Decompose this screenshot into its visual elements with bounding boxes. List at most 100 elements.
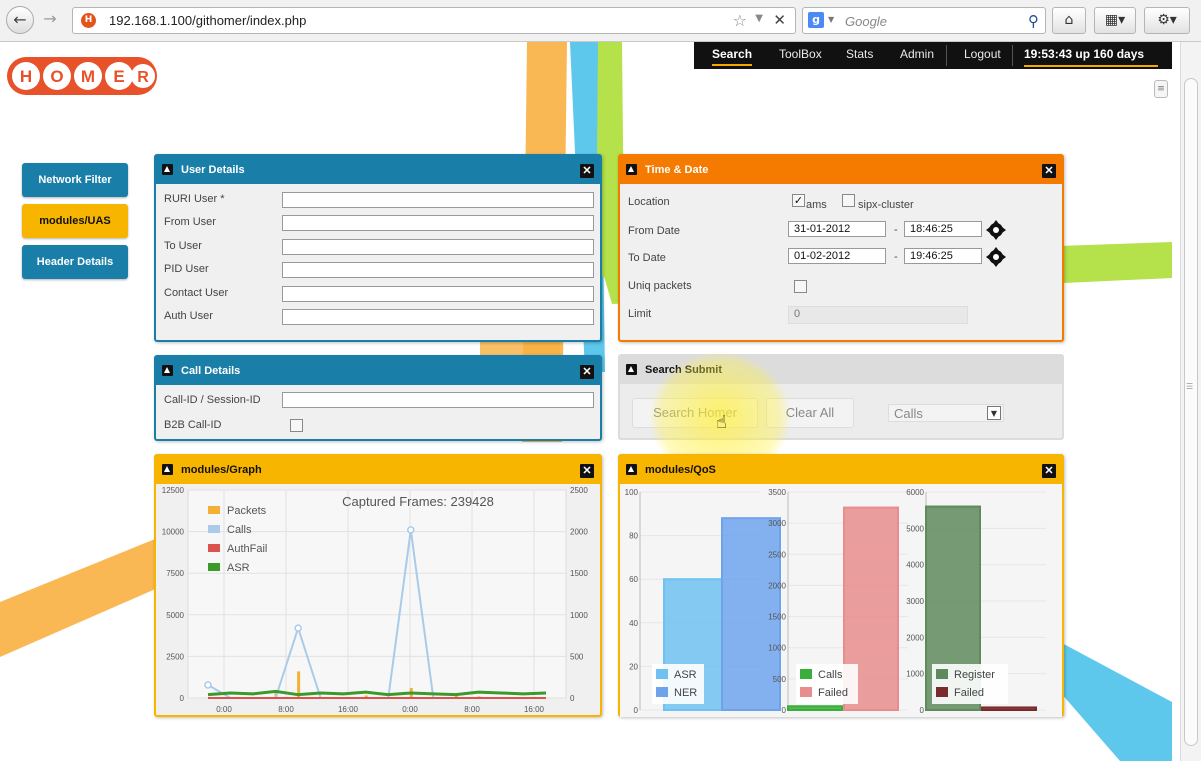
collapse-icon[interactable]: [626, 164, 637, 175]
auth-user-label: Auth User: [164, 310, 213, 322]
url-dropdown-icon[interactable]: ▼: [755, 13, 763, 24]
collapse-icon[interactable]: [162, 365, 173, 376]
y-tick-label: 5000: [906, 524, 924, 533]
to-user-input[interactable]: [282, 239, 594, 255]
y-tick-label: 0: [180, 694, 185, 703]
nav-toolbox[interactable]: ToolBox: [779, 47, 822, 61]
legend-swatch: [936, 687, 948, 697]
y-tick-label: 3500: [768, 488, 786, 497]
page-menu-icon[interactable]: ≡: [1154, 80, 1168, 98]
sidebar-item-header-details[interactable]: Header Details: [22, 245, 128, 279]
from-dash: -: [894, 224, 898, 236]
collapse-icon[interactable]: [162, 164, 173, 175]
bookmark-star-icon[interactable]: ☆: [733, 11, 747, 30]
panel-title: modules/QoS: [645, 464, 716, 476]
to-date-input[interactable]: 01-02-2012: [788, 248, 886, 264]
calls-point: [204, 681, 212, 689]
nav-admin[interactable]: Admin: [900, 47, 934, 61]
qos-bar-calls: [787, 705, 843, 712]
chevron-down-icon[interactable]: ▼: [987, 406, 1001, 420]
limit-input[interactable]: 0: [788, 306, 968, 324]
page-scrollbar[interactable]: ☰: [1180, 42, 1201, 761]
nav-search[interactable]: Search: [712, 47, 753, 66]
pid-user-label: PID User: [164, 263, 209, 275]
collapse-icon[interactable]: [626, 364, 637, 375]
to-time-input[interactable]: 19:46:25: [904, 248, 982, 264]
search-icon[interactable]: ⚲: [1028, 12, 1039, 30]
search-homer-button[interactable]: Search Homer: [632, 398, 758, 428]
from-user-input[interactable]: [282, 215, 594, 231]
close-icon[interactable]: ✕: [1042, 164, 1056, 178]
b2b-call-id-checkbox[interactable]: [290, 419, 303, 432]
close-icon[interactable]: ✕: [580, 365, 594, 379]
legend-label: AuthFail: [227, 543, 267, 555]
close-icon[interactable]: ✕: [580, 464, 594, 478]
user-details-panel: User Details ✕ RURI User * From User To …: [154, 154, 602, 342]
y-tick-label: 6000: [906, 488, 924, 497]
engine-dropdown-icon[interactable]: ▼: [828, 15, 834, 24]
addons-button[interactable]: ⚙▾: [1144, 7, 1190, 34]
sidebar-item-modules-uas[interactable]: modules/UAS: [22, 204, 128, 238]
home-icon: ⌂: [1064, 12, 1074, 28]
y2-tick-label: 1000: [570, 611, 588, 620]
y2-tick-label: 2000: [570, 528, 588, 537]
search-placeholder[interactable]: Google: [845, 14, 887, 29]
y-tick-label: 20: [629, 662, 638, 671]
scrollbar-thumb[interactable]: [1184, 78, 1198, 746]
y-tick-label: 1000: [906, 670, 924, 679]
stop-icon[interactable]: ✕: [773, 11, 786, 29]
address-bar[interactable]: H 192.168.1.100/githomer/index.php ☆ ▼ ✕: [72, 7, 796, 34]
y-tick-label: 1500: [768, 613, 786, 622]
bookmarks-button[interactable]: ▦▾: [1094, 7, 1136, 34]
legend-swatch: [800, 669, 812, 679]
from-date-input[interactable]: 31-01-2012: [788, 221, 886, 237]
site-favicon-icon: H: [81, 13, 96, 28]
pid-user-input[interactable]: [282, 262, 594, 278]
call-id-label: Call-ID / Session-ID: [164, 394, 261, 406]
from-time-input[interactable]: 18:46:25: [904, 221, 982, 237]
clear-all-button[interactable]: Clear All: [766, 398, 854, 428]
legend-swatch: [208, 525, 220, 533]
qos-panel: modules/QoS ✕ 100 80 60 40 20 0 ASR NER 3500 3000…: [618, 454, 1064, 717]
nav-logout[interactable]: Logout: [964, 47, 1001, 61]
home-button[interactable]: ⌂: [1052, 7, 1086, 34]
ruri-user-input[interactable]: [282, 192, 594, 208]
from-time-picker-icon[interactable]: [986, 220, 1006, 240]
logo-letter: H: [20, 67, 32, 86]
call-id-input[interactable]: [282, 392, 594, 408]
forward-button[interactable]: →: [36, 6, 64, 34]
to-time-picker-icon[interactable]: [986, 247, 1006, 267]
nav-stats[interactable]: Stats: [846, 47, 873, 61]
search-type-select[interactable]: Calls ▼: [888, 404, 1004, 422]
uniq-packets-checkbox[interactable]: [794, 280, 807, 293]
y-tick-label: 80: [629, 532, 638, 541]
homer-logo[interactable]: H O M E R: [4, 53, 160, 99]
collapse-icon[interactable]: [162, 464, 173, 475]
close-icon[interactable]: ✕: [1042, 464, 1056, 478]
browser-search-box[interactable]: g ▼ Google ⚲: [802, 7, 1046, 34]
y-tick-label: 10000: [162, 528, 185, 537]
legend-swatch: [800, 687, 812, 697]
google-engine-icon[interactable]: g: [808, 12, 824, 28]
x-tick-label: 16:00: [524, 705, 545, 714]
collapse-icon[interactable]: [626, 464, 637, 475]
contact-user-input[interactable]: [282, 286, 594, 302]
y-tick-label: 40: [629, 619, 638, 628]
legend-label: ASR: [674, 669, 697, 681]
url-text[interactable]: 192.168.1.100/githomer/index.php: [109, 13, 306, 28]
sidebar-item-network-filter[interactable]: Network Filter: [22, 163, 128, 197]
auth-user-input[interactable]: [282, 309, 594, 325]
close-icon[interactable]: ✕: [580, 164, 594, 178]
b2b-call-id-label: B2B Call-ID: [164, 419, 222, 431]
legend-swatch: [208, 506, 220, 514]
y2-tick-label: 500: [570, 652, 584, 661]
search-submit-panel: Search Submit Search Homer Clear All Cal…: [618, 354, 1064, 440]
back-button[interactable]: ←: [6, 6, 34, 34]
y-tick-label: 0: [782, 706, 787, 715]
location-sipx-checkbox[interactable]: [842, 194, 855, 207]
calls-point: [294, 624, 302, 632]
panel-header: Time & Date ✕: [620, 156, 1062, 184]
location-ams-checkbox[interactable]: ✓: [792, 194, 805, 207]
legend-label: NER: [674, 687, 697, 699]
time-date-panel: Time & Date ✕ Location ✓ ams sipx-cluste…: [618, 154, 1064, 342]
